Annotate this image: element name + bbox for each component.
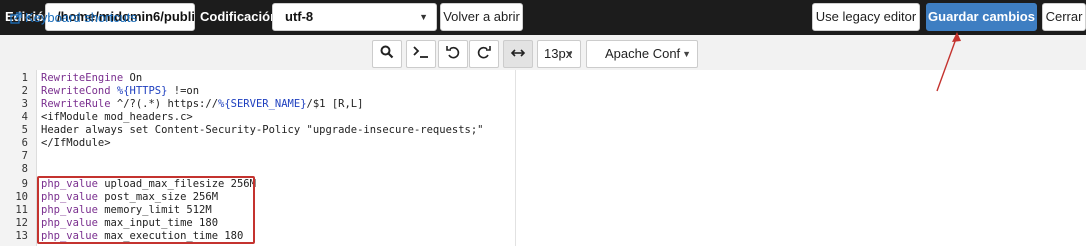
annotation-arrow-icon bbox=[936, 32, 961, 92]
